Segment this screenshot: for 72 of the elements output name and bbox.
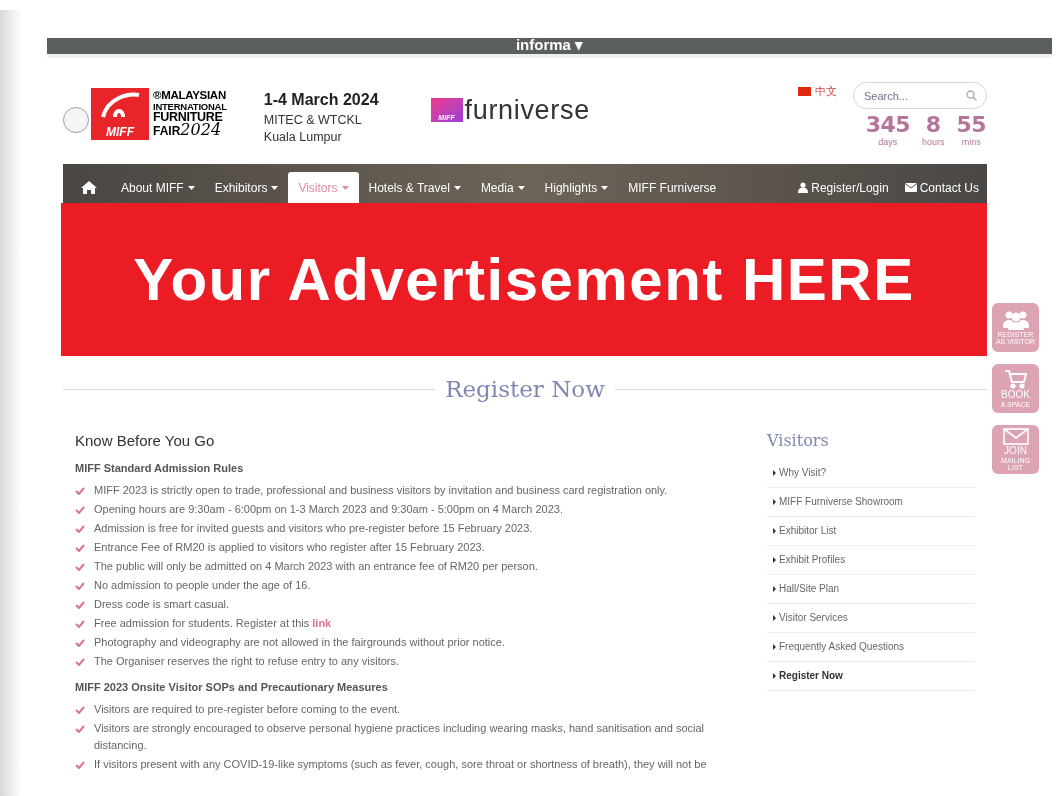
rule-text: Dress code is smart casual.: [94, 596, 230, 612]
sidebar-link[interactable]: Frequently Asked Questions: [767, 632, 975, 662]
group-heading: MIFF 2023 Onsite Visitor SOPs and Precautionary Measures: [75, 679, 389, 695]
rule-text: Admission is free for invited guests and visitors who pre-register before 15 February 2023.: [94, 520, 533, 536]
nav-tab[interactable]: Hotels & Travel: [358, 172, 471, 203]
rule-text: Opening hours are 9:30am - 6:00pm on 1-3 March 2023 and 9:30am - 5:00pm on 4 March 2023.: [94, 501, 563, 517]
china-flag-icon: [798, 86, 811, 96]
countdown-value: 345: [865, 113, 910, 137]
logo-text: INTERNATIONAL: [153, 101, 227, 112]
language-link[interactable]: 中文: [798, 83, 837, 100]
envelope-icon: [904, 183, 917, 192]
group-heading: MIFF Standard Admission Rules: [75, 460, 245, 476]
nav-tab[interactable]: Exhibitors: [204, 172, 289, 203]
rule-text: If visitors present with any COVID-19-like symptoms (such as fever, cough, sore throat or shortness of breath), they will not be: [94, 756, 707, 772]
section-title: Register Now: [445, 375, 605, 404]
nav-tab[interactable]: Highlights: [534, 172, 619, 203]
event-city: Kuala Lumpur: [263, 129, 343, 146]
rule-text: The Organiser reserves the right to refuse entry to any visitors.: [94, 653, 400, 669]
furniverse-text: furniverse: [464, 96, 590, 124]
ufi-badge-icon: [63, 107, 89, 133]
sidebar-link[interactable]: Visitor Services: [767, 603, 975, 633]
rule-text: Entrance Fee of RM20 is applied to visitors who register after 15 February 2023.: [94, 539, 485, 555]
triangle-icon: [773, 469, 776, 476]
sidebar-link[interactable]: Exhibit Profiles: [767, 545, 975, 575]
triangle-icon: [773, 643, 776, 650]
nav-tab[interactable]: Media: [470, 172, 535, 203]
rule-text: Visitors are required to pre-register before coming to the event.: [94, 701, 401, 717]
advertisement-banner[interactable]: Your Advertisement HERE: [61, 203, 987, 356]
rule-text: Free admission for students. Register at this link: [94, 615, 332, 631]
countdown-unit: mins: [961, 137, 981, 147]
rule-text: MIFF 2023 is strictly open to trade, professional and business visitors by invitation and business card registration only.: [94, 482, 668, 498]
content-title: Know Before You Go: [75, 430, 216, 451]
nav-tab[interactable]: About MIFF: [111, 172, 205, 203]
triangle-icon: [773, 556, 776, 563]
sidebar-link[interactable]: Why Visit?: [767, 458, 975, 488]
countdown-value: 8: [925, 113, 941, 137]
informa-brand[interactable]: informa ▾: [515, 38, 584, 53]
logo-text: ®MALAYSIAN: [153, 90, 227, 101]
countdown-value: 55: [956, 113, 986, 137]
logo-text: FAIR2024: [153, 123, 222, 138]
event-date: 1-4 March 2024: [263, 90, 379, 110]
event-venue: MITEC & WTCKL: [263, 112, 363, 129]
triangle-icon: [773, 614, 776, 621]
banner-text: Your Advertisement HERE: [133, 244, 915, 315]
home-icon[interactable]: [81, 181, 97, 194]
countdown-unit: hours: [921, 137, 945, 147]
search-field[interactable]: Search...: [853, 82, 987, 109]
rule-text: Photography and videography are not allowed in the fairgrounds without prior notice.: [94, 634, 505, 650]
miff-mark: MIFF: [106, 126, 134, 139]
rule-text: No admission to people under the age of 16.: [94, 577, 311, 593]
triangle-icon: [773, 672, 776, 679]
rule-text: The public will only be admitted on 4 March 2023 with an entrance fee of RM20 per person.: [94, 558, 538, 574]
logo-text: FURNITURE: [153, 112, 224, 123]
miff-logo[interactable]: MIFF ®MALAYSIAN INTERNATIONAL FURNITURE FAIR2024: [63, 88, 227, 140]
sidebar-link[interactable]: MIFF Furniverse Showroom: [767, 487, 975, 517]
sidebar-title: Visitors: [767, 430, 830, 451]
countdown-unit: days: [878, 137, 898, 147]
triangle-icon: [773, 585, 776, 592]
cart-icon: [1003, 369, 1028, 389]
nav-link[interactable]: Contact Us: [904, 178, 979, 197]
user-icon: [798, 182, 809, 193]
rule-text: Visitors are strongly encouraged to observe personal hygiene practices including wearing masks, hand sanitisation and social distancing.: [94, 720, 706, 753]
nav-tab[interactable]: MIFF Furniverse: [618, 172, 727, 203]
check-icon: [75, 760, 85, 769]
triangle-icon: [773, 527, 776, 534]
sidebar-link[interactable]: Register Now: [767, 661, 975, 691]
nav-link[interactable]: Register/Login: [798, 178, 889, 197]
envelope-icon: [1002, 428, 1029, 445]
people-icon: [1001, 310, 1030, 330]
sidebar-link[interactable]: Hall/Site Plan: [767, 574, 975, 604]
sidebar-link[interactable]: Exhibitor List: [767, 516, 975, 546]
triangle-icon: [773, 498, 776, 505]
